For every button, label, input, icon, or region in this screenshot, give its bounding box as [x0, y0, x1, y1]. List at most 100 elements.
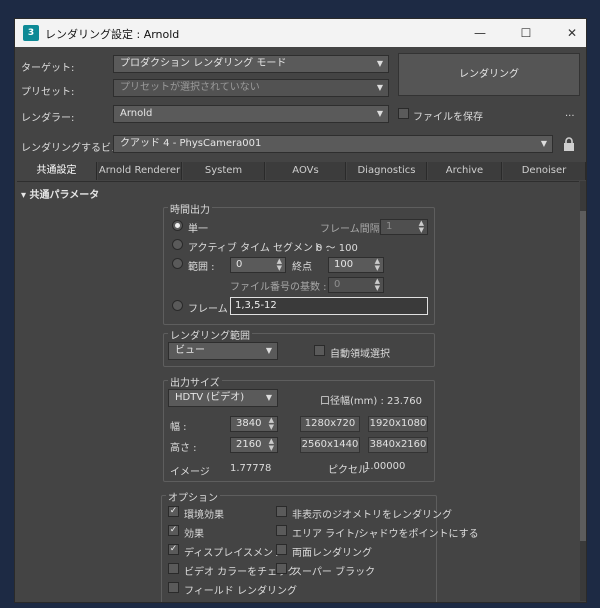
spinner-arrows-icon: ▲ ▼: [374, 257, 380, 272]
height-label: 高さ :: [170, 443, 197, 454]
minimize-button[interactable]: —: [470, 23, 490, 43]
spinner-arrows-icon: ▲ ▼: [268, 416, 274, 431]
target-value: プロダクション レンダリング モード: [120, 58, 287, 69]
output-size-group: 出力サイズ HDTV (ビデオ) ▼ 口径幅(mm) : 23.760 幅 : …: [163, 374, 435, 482]
render-hidden-checkbox[interactable]: [276, 506, 287, 517]
renderer-label: レンダラー:: [21, 113, 75, 124]
auto-region-checkbox[interactable]: [314, 345, 325, 356]
common-parameters-rollout[interactable]: ▾ 共通パラメータ: [21, 186, 99, 201]
two-sided-checkbox[interactable]: [276, 544, 287, 555]
preset-label: プリセット:: [21, 87, 75, 98]
time-output-title: 時間出力: [168, 201, 212, 216]
preset-2560x1440-button[interactable]: 2560x1440: [300, 437, 360, 453]
preset-dropdown[interactable]: プリセットが選択されていない ▼: [113, 79, 389, 97]
render-view-value: クアッド 4 - PhysCamera001: [120, 138, 262, 149]
renderer-dropdown[interactable]: Arnold ▼: [113, 105, 389, 123]
range-end-label: 終点: [292, 262, 312, 273]
effects-checkbox[interactable]: ✓: [168, 525, 179, 536]
render-view-dropdown[interactable]: クアッド 4 - PhysCamera001 ▼: [113, 135, 553, 153]
window-title: レンダリング設定 : Arnold: [45, 28, 180, 41]
frames-label: フレーム :: [188, 304, 235, 315]
range-start-spinner[interactable]: 0 ▲ ▼: [230, 257, 286, 273]
active-segment-range: 0 〜 100: [316, 243, 358, 254]
range-end-value: 100: [334, 259, 354, 270]
render-area-group: レンダリング範囲 ビュー ▼ 自動領域選択: [163, 327, 435, 367]
displacement-label: ディスプレイスメント: [184, 548, 283, 559]
height-value: 2160: [236, 439, 262, 450]
close-button[interactable]: ✕: [562, 23, 582, 43]
range-label: 範囲 :: [188, 262, 215, 273]
tab-archive[interactable]: Archive: [428, 162, 502, 180]
tab-system[interactable]: System: [183, 162, 265, 180]
render-area-dropdown[interactable]: ビュー ▼: [168, 342, 278, 360]
width-label: 幅 :: [170, 422, 187, 433]
atmospherics-checkbox[interactable]: ✓: [168, 506, 179, 517]
scrollbar-thumb[interactable]: [580, 211, 586, 541]
image-aspect-label: イメージ: [170, 467, 210, 478]
output-size-preset-dropdown[interactable]: HDTV (ビデオ) ▼: [168, 389, 278, 407]
width-spinner[interactable]: 3840 ▲ ▼: [230, 416, 278, 432]
panel-scrollbar[interactable]: [580, 181, 586, 601]
render-button[interactable]: レンダリング: [398, 53, 580, 96]
output-size-preset-value: HDTV (ビデオ): [175, 392, 245, 403]
range-end-spinner[interactable]: 100 ▲ ▼: [328, 257, 384, 273]
target-dropdown[interactable]: プロダクション レンダリング モード ▼: [113, 55, 389, 73]
options-group: オプション ✓ 環境効果 ✓ 効果 ✓ ディスプレイスメント ビデオ カラーをチ…: [161, 489, 479, 602]
preset-3840x2160-button[interactable]: 3840x2160: [368, 437, 428, 453]
time-output-group: 時間出力 単一 フレーム間隔 : 1 ▲ ▼ アクティブ タイム セグメント : …: [163, 201, 435, 325]
frames-input[interactable]: 1,3,5-12: [230, 297, 428, 315]
frame-interval-label: フレーム間隔 :: [320, 224, 387, 235]
area-lights-checkbox[interactable]: [276, 525, 287, 536]
file-number-base-label: ファイル番号の基数 :: [230, 282, 327, 293]
tab-diagnostics[interactable]: Diagnostics: [347, 162, 427, 180]
active-segment-label: アクティブ タイム セグメント :: [188, 243, 330, 254]
dropdown-arrow-icon: ▼: [376, 83, 383, 92]
frame-interval-spinner[interactable]: 1 ▲ ▼: [380, 219, 428, 235]
file-number-base-spinner[interactable]: 0 ▲ ▼: [328, 277, 384, 293]
displacement-checkbox[interactable]: ✓: [168, 544, 179, 555]
tab-arnold-renderer[interactable]: Arnold Renderer: [98, 162, 182, 180]
image-aspect-value: 1.77778: [230, 463, 272, 474]
render-area-title: レンダリング範囲: [168, 327, 252, 342]
lock-icon[interactable]: [563, 137, 575, 151]
range-radio[interactable]: [172, 258, 183, 269]
range-start-value: 0: [236, 259, 243, 270]
tab-denoiser[interactable]: Denoiser: [503, 162, 586, 180]
preset-value: プリセットが選択されていない: [120, 82, 260, 93]
active-segment-radio[interactable]: [172, 239, 183, 250]
app-icon: 3: [23, 25, 39, 41]
save-file-browse-button[interactable]: ...: [565, 108, 575, 119]
preset-1920x1080-button[interactable]: 1920x1080: [368, 416, 428, 432]
maximize-button[interactable]: ☐: [516, 23, 536, 43]
height-spinner[interactable]: 2160 ▲ ▼: [230, 437, 278, 453]
single-radio[interactable]: [172, 220, 183, 231]
dropdown-arrow-icon: ▼: [376, 109, 383, 118]
frames-radio[interactable]: [172, 300, 183, 311]
target-label: ターゲット:: [21, 63, 75, 74]
dropdown-arrow-icon: ▼: [540, 139, 547, 148]
video-color-check-checkbox[interactable]: [168, 563, 179, 574]
super-black-checkbox[interactable]: [276, 563, 287, 574]
field-render-checkbox[interactable]: [168, 582, 179, 593]
single-label: 単一: [188, 224, 208, 235]
auto-region-label: 自動領域選択: [330, 349, 390, 360]
file-number-base-value: 0: [334, 279, 341, 290]
atmospherics-label: 環境効果: [184, 510, 224, 521]
title-bar[interactable]: 3 レンダリング設定 : Arnold — ☐ ✕: [15, 19, 586, 47]
dropdown-arrow-icon: ▼: [376, 59, 383, 68]
spinner-arrows-icon: ▲ ▼: [268, 437, 274, 452]
dropdown-arrow-icon: ▼: [265, 393, 272, 402]
pixel-aspect-label: ピクセル: [328, 465, 368, 476]
effects-label: 効果: [184, 529, 204, 540]
super-black-label: スーパー ブラック: [292, 567, 376, 578]
render-settings-window: 3 レンダリング設定 : Arnold — ☐ ✕ ターゲット: プロダクション…: [14, 18, 587, 603]
tab-common[interactable]: 共通設定: [17, 162, 97, 180]
output-size-title: 出力サイズ: [168, 374, 222, 389]
options-title: オプション: [166, 489, 220, 504]
dropdown-arrow-icon: ▼: [265, 346, 272, 355]
save-file-checkbox[interactable]: [398, 108, 409, 119]
tab-aovs[interactable]: AOVs: [266, 162, 346, 180]
preset-1280x720-button[interactable]: 1280x720: [300, 416, 360, 432]
area-lights-label: エリア ライト/シャドウをポイントにする: [292, 529, 479, 540]
pixel-aspect-value: 1.00000: [364, 461, 406, 472]
